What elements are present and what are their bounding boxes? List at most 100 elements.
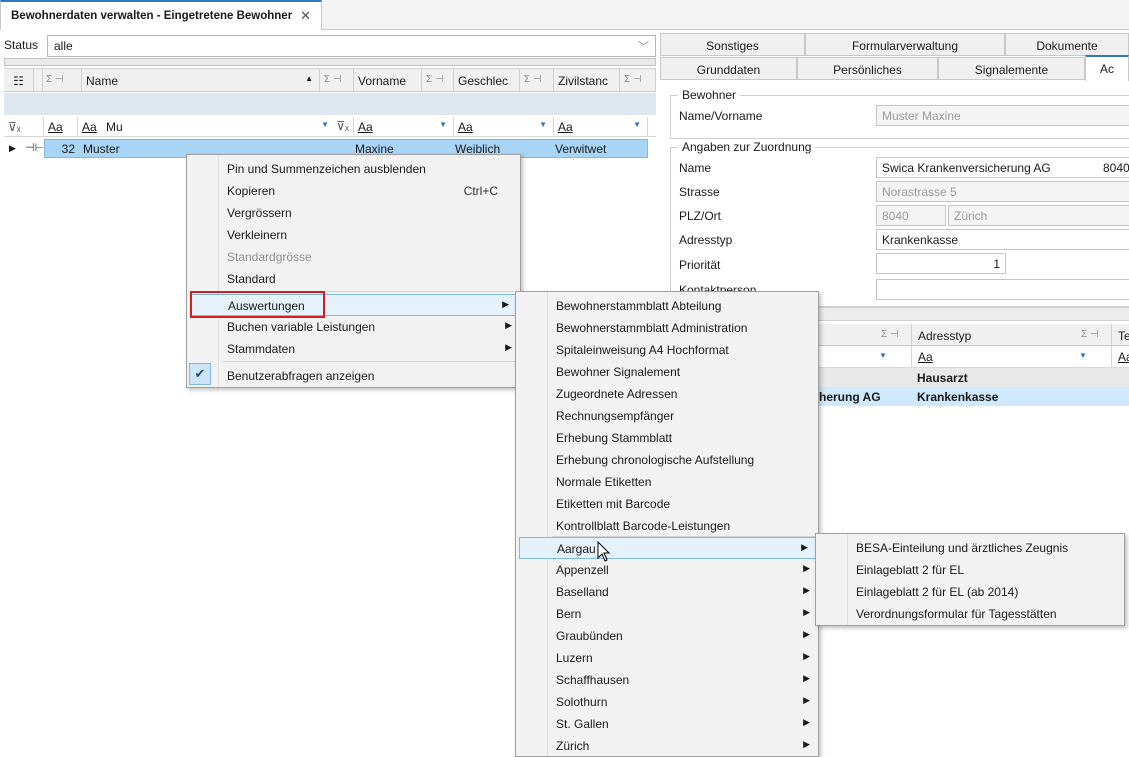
tab-formularverwaltung[interactable]: Formularverwaltung [805, 33, 1005, 56]
filter-mode-icon[interactable]: Aa [82, 120, 97, 134]
menu-item-einlageblatt-el[interactable]: Einlageblatt 2 für EL [816, 559, 1124, 581]
menu-item-appenzell[interactable]: Appenzell ▶ [516, 559, 818, 581]
menu-item-solothurn[interactable]: Solothurn ▶ [516, 691, 818, 713]
close-icon[interactable]: ✕ [300, 8, 311, 24]
grid-header: ☷ Σ ⊣ Name ▲ Σ ⊣ Vorname Σ ⊣ Geschlec Σ … [4, 68, 656, 92]
dropdown-arrow-icon[interactable]: ▼ [633, 120, 641, 129]
menu-item-baselland[interactable]: Baselland ▶ [516, 581, 818, 603]
menu-item-buchen-variable-leistungen[interactable]: Buchen variable Leistungen ▶ [187, 316, 520, 338]
menu-item-report[interactable]: Normale Etiketten [516, 471, 651, 493]
menu-item-graubuenden[interactable]: Graubünden ▶ [516, 625, 818, 647]
sigma-pin-icon[interactable]: Σ ⊣ [320, 69, 354, 92]
column-header-te[interactable]: Te [1111, 324, 1129, 346]
filter-mode-icon[interactable]: Aa [911, 346, 939, 368]
menu-item-aargau[interactable]: Aargau ▶ [519, 537, 817, 559]
menu-item-standard[interactable]: Standard [187, 268, 520, 290]
dropdown-arrow-icon[interactable]: ▼ [539, 120, 547, 129]
menu-item-report[interactable]: Rechnungsempfänger [516, 405, 674, 427]
submenu-arrow-icon: ▶ [803, 563, 810, 573]
filter-row: ⊽ₓ Aa Aa Mu ▼ ⊽ₓ Aa ▼ Aa ▼ Aa ▼ [4, 117, 656, 137]
document-tab[interactable]: Bewohnerdaten verwalten - Eingetretene B… [0, 0, 323, 30]
zivilstand-filter-field[interactable]: Aa ▼ [554, 117, 648, 136]
tab-persoenliches[interactable]: Persönliches [797, 57, 938, 80]
prioritaet-field[interactable]: 1 [876, 253, 1006, 274]
column-header-adresstyp[interactable]: Adresstyp [911, 324, 977, 346]
menu-item-einlageblatt-el-2014[interactable]: Einlageblatt 2 für EL (ab 2014) [816, 581, 1124, 603]
menu-item-stammdaten[interactable]: Stammdaten ▶ [187, 338, 520, 360]
sigma-pin-icon[interactable]: Σ ⊣ [422, 69, 454, 92]
sigma-pin-icon[interactable]: Σ ⊣ [620, 69, 656, 92]
name-filter-field[interactable]: Aa Mu ▼ ⊽ₓ [78, 117, 354, 136]
menu-item-report[interactable]: Bewohnerstammblatt Administration [516, 317, 747, 339]
dropdown-arrow-icon[interactable]: ▼ [321, 120, 329, 129]
menu-item-label: Zürich [556, 739, 590, 753]
menu-item-report[interactable]: Bewohnerstammblatt Abteilung [516, 295, 721, 317]
menu-item-verordnungsformular[interactable]: Verordnungsformular für Tagesstätten [816, 603, 1124, 625]
menu-item-besa-einteilung[interactable]: BESA-Einteilung und ärztliches Zeugnis [816, 537, 1124, 559]
menu-item-report[interactable]: Kontrollblatt Barcode-Leistungen [516, 515, 730, 537]
kontaktperson-field[interactable] [876, 279, 1129, 300]
filter-mode-icon[interactable]: Aa [1111, 346, 1129, 368]
menu-item-label: Erhebung chronologische Aufstellung [556, 453, 755, 467]
menu-item-report[interactable]: Zugeordnete Adressen [516, 383, 677, 405]
sigma-pin-icon[interactable]: Σ ⊣ [520, 69, 554, 92]
submenu-arrow-icon: ▶ [502, 299, 509, 309]
menu-item-report[interactable]: Bewohner Signalement [516, 361, 680, 383]
filter-mode-icon[interactable]: Aa [44, 117, 78, 136]
tab-sonstiges[interactable]: Sonstiges [660, 33, 805, 56]
status-dropdown[interactable]: alle ﹀ [47, 35, 656, 57]
menu-item-label: Appenzell [556, 563, 609, 577]
filter-mode-icon[interactable]: Aa [558, 120, 573, 134]
menu-item-verkleinern[interactable]: Verkleinern [187, 224, 520, 246]
menu-item-benutzerabfragen[interactable]: Benutzerabfragen anzeigen [187, 365, 520, 387]
column-header-geschlecht[interactable]: Geschlec [454, 69, 520, 92]
name-vorname-field[interactable]: Muster Maxine [876, 105, 1129, 126]
menu-item-luzern[interactable]: Luzern ▶ [516, 647, 818, 669]
sigma-pin-icon[interactable]: Σ ⊣ [881, 329, 899, 340]
menu-item-vergroessern[interactable]: Vergrössern [187, 202, 520, 224]
filter-mode-icon[interactable]: Aa [358, 120, 373, 134]
table-row[interactable]: herung AG Krankenkasse [819, 387, 1129, 406]
menu-item-pin-ausblenden[interactable]: Pin und Summenzeichen ausblenden [187, 158, 520, 180]
dropdown-arrow-icon[interactable]: ▼ [439, 120, 447, 129]
pin-icon[interactable]: ⊣⊢ [25, 141, 44, 154]
tab-grunddaten[interactable]: Grunddaten [660, 57, 797, 80]
dropdown-arrow-icon[interactable]: ▼ [1079, 351, 1087, 360]
tab-active[interactable]: Ac [1085, 55, 1129, 81]
menu-item-report[interactable]: Erhebung chronologische Aufstellung [516, 449, 754, 471]
column-chooser-icon[interactable]: ☷ [4, 69, 34, 92]
menu-item-label: Bewohnerstammblatt Abteilung [556, 299, 722, 313]
clear-filter-icon[interactable]: ⊽ₓ [4, 117, 44, 136]
menu-item-report[interactable]: Etiketten mit Barcode [516, 493, 670, 515]
menu-item-bern[interactable]: Bern ▶ [516, 603, 818, 625]
chevron-down-icon[interactable]: ﹀ [638, 38, 649, 54]
strasse-field[interactable]: Norastrasse 5 [876, 181, 1129, 202]
geschlecht-filter-field[interactable]: Aa ▼ [454, 117, 554, 136]
menu-item-st-gallen[interactable]: St. Gallen ▶ [516, 713, 818, 735]
column-header-vorname[interactable]: Vorname [354, 69, 422, 92]
sigma-pin-icon[interactable]: Σ ⊣ [1081, 329, 1099, 340]
name-field[interactable]: Swica Krankenversicherung AG 8040 [876, 157, 1129, 178]
clear-filter-icon[interactable]: ⊽ₓ [336, 119, 349, 133]
dropdown-arrow-icon[interactable]: ▼ [879, 351, 887, 360]
group-by-area[interactable] [4, 93, 656, 115]
menu-item-report[interactable]: Erhebung Stammblatt [516, 427, 672, 449]
tab-dokumente[interactable]: Dokumente [1005, 33, 1129, 56]
adresstyp-field[interactable]: Krankenkasse [876, 229, 1129, 250]
vorname-filter-field[interactable]: Aa ▼ [354, 117, 454, 136]
menu-item-report[interactable]: Spitaleinweisung A4 Hochformat [516, 339, 729, 361]
filter-mode-icon[interactable]: Aa [458, 120, 473, 134]
grid-toolbar-strip [4, 58, 656, 66]
ort-field[interactable]: Zürich [948, 205, 1129, 226]
sigma-pin-icon[interactable]: Σ ⊣ [42, 69, 82, 92]
column-header-zivilstand[interactable]: Zivilstanc [554, 69, 620, 92]
menu-item-kopieren[interactable]: Kopieren Ctrl+C [187, 180, 520, 202]
menu-item-zuerich[interactable]: Zürich ▶ [516, 735, 818, 757]
column-header-name[interactable]: Name ▲ [82, 69, 320, 92]
plz-field[interactable]: 8040 [876, 205, 946, 226]
tab-signalemente[interactable]: Signalemente [938, 57, 1085, 80]
table-row[interactable]: Hausarzt [819, 368, 1129, 387]
menu-item-schaffhausen[interactable]: Schaffhausen ▶ [516, 669, 818, 691]
menu-item-label: Stammdaten [227, 342, 296, 356]
submenu-arrow-icon: ▶ [505, 342, 512, 352]
